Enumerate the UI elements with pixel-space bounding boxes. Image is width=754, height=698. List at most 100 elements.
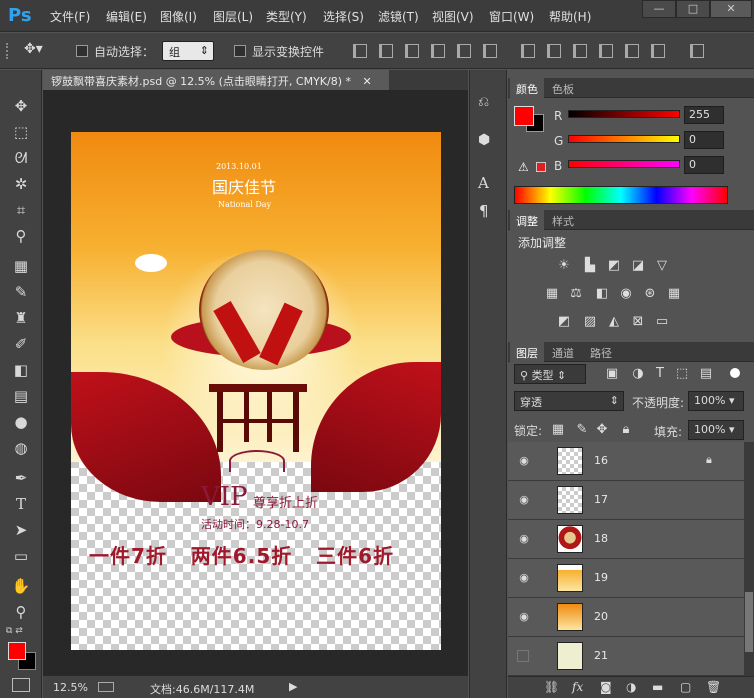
curves-icon[interactable]: ◩	[606, 258, 622, 274]
crop-tool-icon[interactable]: ⌗	[8, 198, 34, 222]
lock-pixels-icon[interactable]: ✎	[574, 422, 590, 438]
minimize-button[interactable]: —	[642, 0, 676, 18]
photo-filter-icon[interactable]: ◉	[618, 286, 634, 302]
lock-position-icon[interactable]: ✥	[594, 422, 610, 438]
hand-tool-icon[interactable]: ✋	[8, 574, 34, 598]
brightness-contrast-icon[interactable]: ☀	[556, 258, 572, 274]
distribute-hcenter-icon[interactable]	[625, 44, 639, 58]
filter-adjustment-icon[interactable]: ◑	[630, 366, 646, 382]
fx-icon[interactable]: fx	[572, 680, 583, 694]
path-selection-icon[interactable]: ➤	[8, 518, 34, 542]
layer-row[interactable]: ◉ 16 🔒︎	[508, 442, 744, 481]
close-button[interactable]: ✕	[710, 0, 752, 18]
status-menu-arrow-icon[interactable]: ▶	[289, 680, 297, 693]
filter-smart-object-icon[interactable]: ▤	[698, 366, 714, 382]
auto-align-icon[interactable]	[690, 44, 704, 58]
green-slider[interactable]	[568, 135, 680, 143]
layer-row[interactable]: ◉ 17	[508, 481, 744, 520]
visibility-eye-icon[interactable]: ◉	[516, 532, 532, 546]
rectangle-tool-icon[interactable]: ▭	[8, 544, 34, 568]
align-bottom-icon[interactable]	[405, 44, 419, 58]
pen-tool-icon[interactable]: ✒	[8, 466, 34, 490]
menu-type[interactable]: 类型(Y)	[266, 8, 307, 25]
color-spectrum-ramp[interactable]	[514, 186, 728, 204]
history-brush-icon[interactable]: ✐	[8, 332, 34, 356]
distribute-right-icon[interactable]	[651, 44, 665, 58]
color-balance-icon[interactable]: ⚖	[568, 286, 584, 302]
layer-name[interactable]: 21	[594, 649, 608, 662]
character-panel-icon[interactable]: A	[478, 174, 489, 192]
red-slider[interactable]	[568, 110, 680, 118]
close-tab-icon[interactable]: ✕	[363, 75, 372, 88]
tab-adjustments[interactable]: 调整	[510, 210, 544, 230]
document-tab[interactable]: 锣鼓飘带喜庆素材.psd @ 12.5% (点击眼睛打开, CMYK/8) * …	[43, 70, 389, 90]
clone-stamp-icon[interactable]: ♜	[8, 306, 34, 330]
layer-row[interactable]: 21	[508, 637, 744, 676]
menu-filter[interactable]: 滤镜(T)	[378, 8, 419, 25]
layers-scrollbar[interactable]	[744, 442, 754, 676]
vibrance-icon[interactable]: ▽	[654, 258, 670, 274]
opacity-input[interactable]: 100% ▾	[688, 391, 744, 411]
blue-slider[interactable]	[568, 160, 680, 168]
menu-image[interactable]: 图像(I)	[160, 8, 197, 25]
zoom-level[interactable]: 12.5%	[53, 681, 88, 694]
history-panel-icon[interactable]: ⎌	[478, 94, 489, 110]
grip-handle[interactable]	[6, 43, 8, 59]
auto-select-dropdown[interactable]: 组 ⇕	[162, 41, 214, 61]
layer-row[interactable]: ◉ 20	[508, 598, 744, 637]
align-vcenter-icon[interactable]	[379, 44, 393, 58]
exposure-icon[interactable]: ◪	[630, 258, 646, 274]
new-adjustment-icon[interactable]: ◑	[626, 680, 636, 694]
eyedropper-icon[interactable]: ⚲	[8, 224, 34, 248]
gradient-tool-icon[interactable]: ▤	[8, 384, 34, 408]
gradient-map-icon[interactable]: ▭	[654, 314, 670, 330]
layer-filter-dropdown[interactable]: ⚲ 类型 ⇕	[514, 364, 586, 384]
fill-input[interactable]: 100% ▾	[688, 420, 744, 440]
lock-transparent-icon[interactable]: ▦	[550, 422, 566, 438]
gamut-color-swatch[interactable]	[536, 162, 546, 172]
auto-select-checkbox[interactable]	[76, 45, 88, 57]
filter-shape-icon[interactable]: ⬚	[674, 366, 690, 382]
distribute-left-icon[interactable]	[599, 44, 613, 58]
invert-icon[interactable]: ◩	[556, 314, 572, 330]
show-transform-checkbox[interactable]	[234, 45, 246, 57]
magic-wand-icon[interactable]: ✲	[8, 172, 34, 196]
status-preview-icon[interactable]	[98, 682, 114, 692]
new-layer-icon[interactable]: ▢	[680, 680, 691, 694]
menu-window[interactable]: 窗口(W)	[489, 8, 534, 25]
lasso-tool-icon[interactable]: ᘛ	[8, 146, 34, 170]
align-right-icon[interactable]	[483, 44, 497, 58]
black-white-icon[interactable]: ◧	[594, 286, 610, 302]
color-lookup-icon[interactable]: ▦	[666, 286, 682, 302]
red-value-input[interactable]: 255	[684, 106, 724, 124]
tab-color[interactable]: 颜色	[510, 78, 544, 98]
brush-tool-icon[interactable]: ✎	[8, 280, 34, 304]
align-top-icon[interactable]	[353, 44, 367, 58]
blue-value-input[interactable]: 0	[684, 156, 724, 174]
selective-color-icon[interactable]: ⊠	[630, 314, 646, 330]
menu-file[interactable]: 文件(F)	[50, 8, 90, 25]
default-colors-icon[interactable]: ⧉ ⇄	[6, 626, 23, 636]
posterize-icon[interactable]: ▨	[582, 314, 598, 330]
hue-saturation-icon[interactable]: ▦	[544, 286, 560, 302]
dodge-tool-icon[interactable]: ◍	[8, 436, 34, 460]
channel-mixer-icon[interactable]: ⊛	[642, 286, 658, 302]
healing-brush-icon[interactable]: ▦	[8, 254, 34, 278]
type-tool-icon[interactable]: T	[8, 492, 34, 516]
color-foreground-swatch[interactable]	[514, 106, 534, 126]
align-hcenter-icon[interactable]	[457, 44, 471, 58]
zoom-tool-icon[interactable]: ⚲	[8, 600, 34, 624]
visibility-eye-icon[interactable]: ◉	[516, 571, 532, 585]
blur-tool-icon[interactable]: ●	[8, 410, 34, 434]
visibility-eye-icon[interactable]: ◉	[516, 454, 532, 468]
layer-name[interactable]: 17	[594, 493, 608, 506]
layer-name[interactable]: 16	[594, 454, 608, 467]
menu-edit[interactable]: 编辑(E)	[106, 8, 147, 25]
distribute-top-icon[interactable]	[521, 44, 535, 58]
paragraph-panel-icon[interactable]: ¶	[479, 202, 489, 220]
foreground-color-swatch[interactable]	[8, 642, 26, 660]
lock-all-icon[interactable]: 🔒︎	[618, 422, 634, 438]
link-layers-icon[interactable]: ⛓	[544, 680, 559, 694]
layers-scroll-thumb[interactable]	[745, 592, 753, 652]
align-left-icon[interactable]	[431, 44, 445, 58]
